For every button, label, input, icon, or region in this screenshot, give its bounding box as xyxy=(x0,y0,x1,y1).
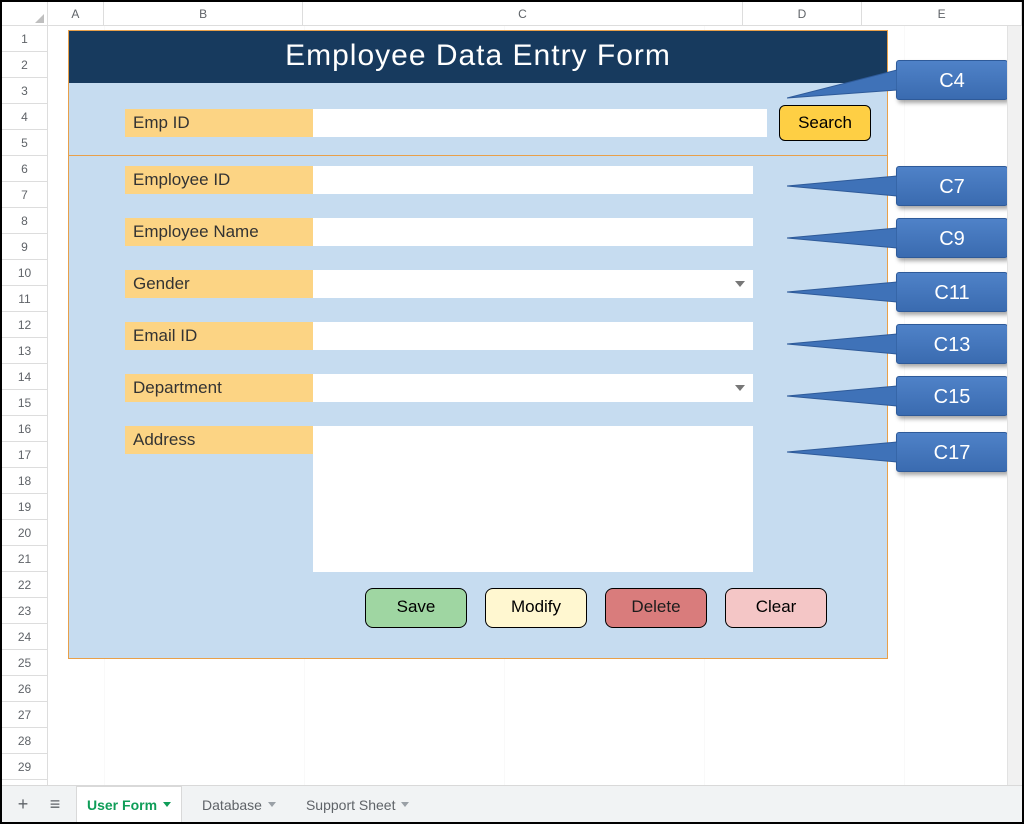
callout-c9: C9 xyxy=(896,218,1008,258)
button-row: Save Modify Delete Clear xyxy=(125,572,827,642)
delete-button[interactable]: Delete xyxy=(605,588,707,628)
column-header-row: A B C D E xyxy=(2,2,1022,26)
row-header-16[interactable]: 16 xyxy=(2,416,47,442)
label-address: Address xyxy=(125,426,313,454)
row-header-24[interactable]: 24 xyxy=(2,624,47,650)
input-employee-name[interactable] xyxy=(313,218,753,246)
callout-pointer-icon xyxy=(787,218,897,258)
label-email: Email ID xyxy=(125,322,313,350)
textarea-address[interactable] xyxy=(313,426,753,572)
row-header-2[interactable]: 2 xyxy=(2,52,47,78)
callout-c7: C7 xyxy=(896,166,1008,206)
search-row: Emp ID Search xyxy=(69,83,887,155)
select-all-corner[interactable] xyxy=(2,2,48,26)
sheet-tab-bar: + ≡ User Form Database Support Sheet xyxy=(2,785,1022,822)
form-body: Employee ID Employee Name Gender Email I… xyxy=(69,156,887,658)
callout-pointer-icon xyxy=(787,376,897,416)
label-employee-name: Employee Name xyxy=(125,218,313,246)
row-header-5[interactable]: 5 xyxy=(2,130,47,156)
tab-label: Support Sheet xyxy=(306,797,396,813)
col-header-E[interactable]: E xyxy=(862,2,1022,26)
row-employee-id: Employee ID xyxy=(125,166,827,194)
callout-pointer-icon xyxy=(787,272,897,312)
callout-pointer-icon xyxy=(787,166,897,206)
col-header-C[interactable]: C xyxy=(303,2,742,26)
tab-support-sheet[interactable]: Support Sheet xyxy=(296,786,420,822)
row-header-12[interactable]: 12 xyxy=(2,312,47,338)
label-emp-id-search: Emp ID xyxy=(125,109,313,137)
add-sheet-button[interactable]: + xyxy=(12,793,34,815)
tab-label: User Form xyxy=(87,797,157,813)
input-emp-id-search[interactable] xyxy=(313,109,767,137)
row-header-col: 1234567891011121314151617181920212223242… xyxy=(2,26,48,785)
label-employee-id: Employee ID xyxy=(125,166,313,194)
chevron-down-icon[interactable] xyxy=(163,802,171,807)
label-department: Department xyxy=(125,374,313,402)
row-header-13[interactable]: 13 xyxy=(2,338,47,364)
row-header-27[interactable]: 27 xyxy=(2,702,47,728)
row-header-3[interactable]: 3 xyxy=(2,78,47,104)
save-button[interactable]: Save xyxy=(365,588,467,628)
callout-c4: C4 xyxy=(896,60,1008,100)
row-header-10[interactable]: 10 xyxy=(2,260,47,286)
row-header-29[interactable]: 29 xyxy=(2,754,47,780)
modify-button[interactable]: Modify xyxy=(485,588,587,628)
input-email[interactable] xyxy=(313,322,753,350)
row-header-7[interactable]: 7 xyxy=(2,182,47,208)
row-header-9[interactable]: 9 xyxy=(2,234,47,260)
callout-pointer-icon xyxy=(787,432,897,472)
chevron-down-icon[interactable] xyxy=(735,281,745,287)
chevron-down-icon[interactable] xyxy=(268,802,276,807)
search-button[interactable]: Search xyxy=(779,105,871,141)
chevron-down-icon[interactable] xyxy=(401,802,409,807)
input-employee-id[interactable] xyxy=(313,166,753,194)
row-header-1[interactable]: 1 xyxy=(2,26,47,52)
callout-pointer-icon xyxy=(787,60,897,100)
label-gender: Gender xyxy=(125,270,313,298)
callout-c13: C13 xyxy=(896,324,1008,364)
row-header-17[interactable]: 17 xyxy=(2,442,47,468)
row-department: Department xyxy=(125,374,827,402)
col-header-A[interactable]: A xyxy=(48,2,104,26)
vertical-scrollbar[interactable] xyxy=(1007,26,1022,785)
all-sheets-button[interactable]: ≡ xyxy=(44,793,66,815)
app-frame: A B C D E 123456789101112131415161718192… xyxy=(0,0,1024,824)
row-header-22[interactable]: 22 xyxy=(2,572,47,598)
row-header-18[interactable]: 18 xyxy=(2,468,47,494)
chevron-down-icon[interactable] xyxy=(735,385,745,391)
row-gender: Gender xyxy=(125,270,827,298)
row-header-8[interactable]: 8 xyxy=(2,208,47,234)
row-header-14[interactable]: 14 xyxy=(2,364,47,390)
row-header-20[interactable]: 20 xyxy=(2,520,47,546)
callout-c11: C11 xyxy=(896,272,1008,312)
row-header-19[interactable]: 19 xyxy=(2,494,47,520)
tab-label: Database xyxy=(202,797,262,813)
tab-user-form[interactable]: User Form xyxy=(76,786,182,822)
row-header-25[interactable]: 25 xyxy=(2,650,47,676)
tab-database[interactable]: Database xyxy=(192,786,286,822)
row-header-15[interactable]: 15 xyxy=(2,390,47,416)
select-department[interactable] xyxy=(313,374,753,402)
grid-area[interactable]: Employee Data Entry Form Emp ID Search E… xyxy=(48,26,1022,785)
row-header-6[interactable]: 6 xyxy=(2,156,47,182)
row-header-11[interactable]: 11 xyxy=(2,286,47,312)
row-email: Email ID xyxy=(125,322,827,350)
clear-button[interactable]: Clear xyxy=(725,588,827,628)
col-header-D[interactable]: D xyxy=(743,2,863,26)
row-header-4[interactable]: 4 xyxy=(2,104,47,130)
form-title: Employee Data Entry Form xyxy=(69,31,887,83)
row-header-23[interactable]: 23 xyxy=(2,598,47,624)
row-header-21[interactable]: 21 xyxy=(2,546,47,572)
select-gender[interactable] xyxy=(313,270,753,298)
row-header-26[interactable]: 26 xyxy=(2,676,47,702)
callout-pointer-icon xyxy=(787,324,897,364)
form-panel: Employee Data Entry Form Emp ID Search E… xyxy=(68,30,888,659)
col-header-B[interactable]: B xyxy=(104,2,304,26)
callout-c15: C15 xyxy=(896,376,1008,416)
row-header-28[interactable]: 28 xyxy=(2,728,47,754)
row-employee-name: Employee Name xyxy=(125,218,827,246)
row-address: Address xyxy=(125,426,827,572)
callout-c17: C17 xyxy=(896,432,1008,472)
